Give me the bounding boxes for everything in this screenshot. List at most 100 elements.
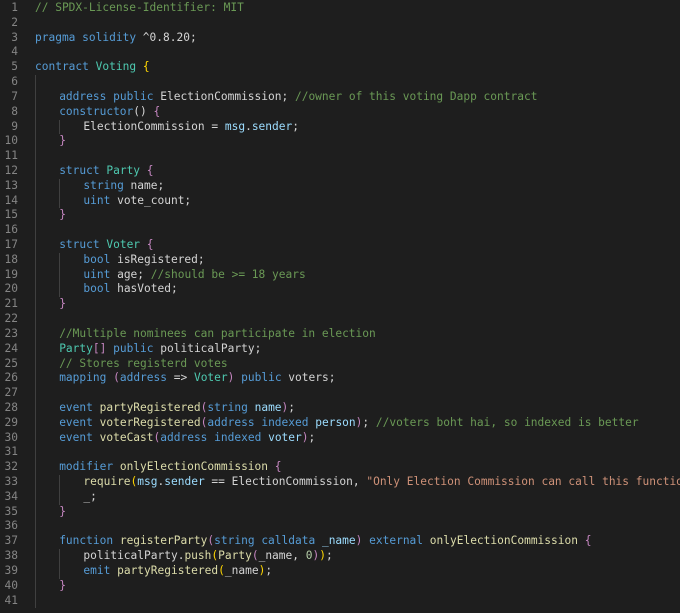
code-line[interactable]: 12 struct Party { (0, 163, 680, 179)
indent-guide (35, 163, 36, 179)
code-line[interactable]: 15} (0, 208, 680, 224)
line-number: 8 (11, 104, 18, 118)
indent-guide (59, 489, 61, 505)
code-token: name; (123, 178, 165, 192)
line-number: 24 (4, 341, 18, 355)
code-line[interactable]: 30 event voteCast(address indexed voter); (0, 430, 680, 446)
code-line[interactable]: 23 //Multiple nominees can participate in… (0, 326, 680, 342)
code-line[interactable]: 21} (0, 297, 680, 313)
indent-guide (59, 193, 61, 209)
code-line[interactable]: 8 constructor() { (0, 104, 680, 120)
code-text: } (59, 134, 66, 149)
code-token: _name (321, 534, 356, 548)
line-number: 25 (4, 356, 18, 370)
line-number: 32 (4, 460, 18, 474)
code-line[interactable]: 1 // SPDX-License-Identifier: MIT (0, 1, 680, 16)
line-number: 23 (4, 326, 18, 340)
code-text: } (59, 505, 66, 520)
indent-guide (59, 475, 61, 490)
code-line[interactable]: 40} (0, 578, 680, 594)
code-line[interactable]: 25 // Stores registerd votes (0, 356, 680, 372)
code-token: { (146, 163, 154, 177)
line-number: 5 (11, 60, 18, 74)
code-token: address (59, 89, 107, 103)
code-line[interactable]: 31 (0, 445, 680, 461)
code-line[interactable]: 11 (0, 149, 680, 164)
code-line[interactable]: 4 (0, 45, 680, 60)
code-token: name (254, 400, 282, 414)
code-line[interactable]: 38 politicalParty.push(Party(_name, 0)); (0, 549, 680, 564)
indent-guide (35, 75, 36, 90)
code-text: modifier onlyElectionCommission { (59, 460, 281, 475)
code-line[interactable]: 39 emit partyRegistered(_name); (0, 563, 680, 579)
code-line[interactable]: 16 (0, 223, 680, 238)
code-line[interactable]: 18 bool isRegistered; (0, 252, 680, 268)
code-line[interactable]: 10} (0, 134, 680, 150)
code-text: uint vote_count; (83, 194, 191, 209)
code-token: public (113, 89, 154, 103)
code-line[interactable]: 37 function registerParty(string calldata… (0, 534, 680, 550)
code-token: msg (137, 475, 158, 488)
code-token: event (59, 400, 93, 414)
code-token: ElectionCommission = (83, 119, 225, 133)
code-line[interactable]: 32 modifier onlyElectionCommission { (0, 460, 680, 475)
indent-guide (59, 282, 61, 298)
line-number: 21 (4, 297, 18, 311)
code-line[interactable]: 6 (0, 75, 680, 90)
code-text: bool isRegistered; (83, 253, 204, 268)
code-line[interactable]: 33 require(msg.sender == ElectionCommissi… (0, 475, 680, 490)
code-line[interactable]: 24 Party[] public politicalParty; (0, 341, 680, 357)
code-token: { (274, 460, 282, 474)
line-number: 12 (4, 163, 18, 177)
code-line[interactable]: 36 (0, 519, 680, 535)
code-line[interactable]: 3 pragma solidity ^0.8.20; (0, 31, 680, 46)
code-token: [] (92, 341, 107, 355)
line-number: 27 (4, 386, 18, 400)
code-text: emit partyRegistered(_name); (83, 564, 272, 579)
indent-guide (35, 475, 36, 490)
code-line[interactable]: 27 (0, 386, 680, 401)
code-text: //Multiple nominees can participate in e… (59, 327, 376, 342)
line-number: 40 (4, 578, 18, 592)
code-token: require (83, 475, 131, 488)
code-line[interactable]: 14 uint vote_count; (0, 193, 680, 209)
code-text: // Stores registerd votes (59, 357, 227, 372)
code-token: "Only Election Commission can call this … (366, 475, 680, 488)
code-editor[interactable]: 1 // SPDX-License-Identifier: MIT 2 3 pragma… (0, 1, 680, 613)
indent-guide (35, 297, 36, 313)
code-line[interactable]: 19 uint age; //should be >= 18 years (0, 267, 680, 283)
code-line[interactable]: 9 ElectionCommission = msg.sender; (0, 119, 680, 135)
code-line[interactable]: 41 (0, 593, 680, 609)
code-token: voter (268, 430, 302, 444)
code-line[interactable]: 7 address public ElectionCommission; //ow… (0, 89, 680, 105)
code-line[interactable]: 20 bool hasVoted; (0, 282, 680, 298)
indent-guide (35, 252, 36, 268)
code-line[interactable]: 34 _; (0, 489, 680, 505)
code-line[interactable]: 26 mapping (address => Voter) public vote… (0, 371, 680, 387)
line-number: 10 (4, 134, 18, 148)
code-token: ; (292, 119, 299, 133)
code-line[interactable]: 2 (0, 16, 680, 31)
line-number: 1 (11, 1, 18, 14)
code-token: 0 (305, 549, 313, 563)
indent-guide (35, 489, 36, 505)
line-number: 2 (11, 15, 18, 29)
line-number: 9 (11, 119, 18, 133)
code-line[interactable]: 28 event partyRegistered(string name); (0, 400, 680, 416)
code-token: msg (224, 119, 246, 133)
code-line[interactable]: 29 event voterRegistered(address indexed … (0, 415, 680, 431)
code-token: age; (110, 267, 151, 281)
indent-guide (35, 312, 36, 327)
code-line[interactable]: 22 (0, 312, 680, 327)
code-line[interactable]: 5 contract Voting { (0, 60, 680, 75)
line-number: 16 (4, 223, 18, 237)
code-line[interactable]: 13 string name; (0, 178, 680, 194)
code-token: //should be >= 18 years (150, 267, 306, 281)
code-text: struct Voter { (59, 238, 153, 253)
line-number: 18 (4, 252, 18, 266)
code-token: // SPDX-License-Identifier: MIT (35, 1, 244, 14)
code-line[interactable]: 17 struct Voter { (0, 238, 680, 253)
code-line[interactable]: 35} (0, 504, 680, 520)
